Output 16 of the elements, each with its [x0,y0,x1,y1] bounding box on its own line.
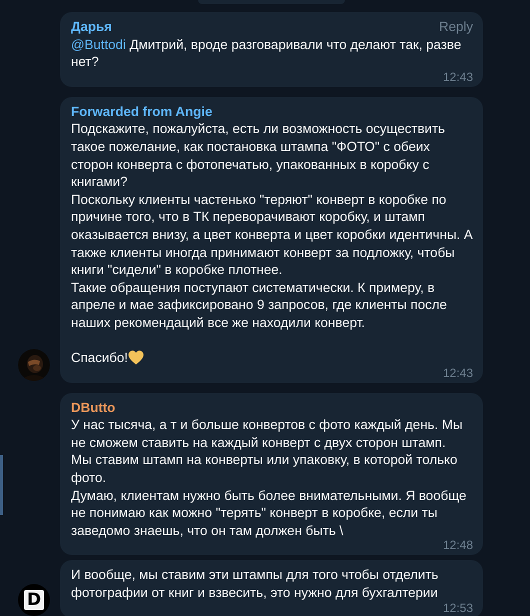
avatar-letter: D [24,590,44,610]
message-text: Подскажите, пожалуйста, есть ли возможность осуществить такое пожелание, как постановка штампа "ФОТО" с обеих сторон конверта с фотопечатью, упакованных в коробку с книгами? Поскольку клиенты частенько "теряют" конверт в коробке по причине того, что в ТК переворачивают коробку, и штамп оказывается внизу, а цвет конверта и цвет коробки идентичны. А также клиенты иногда принимают конверт за подложку, чтобы книги "сидели" в коробке плотнее. Такие обращения поступают систематически. К примеру, в апреле и мае зафиксировано 9 запросов, где клиенты после наших рекомендаций все же находили конверт. Спасибо! [71,121,474,366]
message-time: 12:48 [442,539,473,552]
mention-link[interactable]: @Buttodi [71,36,126,52]
user-avatar[interactable]: D [18,584,50,616]
sender-name[interactable]: DButto [71,398,116,416]
message-time: 12:53 [442,602,473,615]
reply-button[interactable]: Reply [439,18,473,36]
message-text: И вообще, мы ставим эти штампы для того чтобы отделить фотографии от книг и взвесить, это нужно для бухгалтерии [71,566,440,602]
sender-name[interactable]: Forwarded from Angie [71,102,212,120]
message-time: 12:43 [442,70,473,84]
message-time: 12:43 [442,366,473,380]
scroll-indicator [0,455,3,515]
message-text: У нас тысяча, а т и больше конвертов с фото каждый день. Мы не сможем ставить на каждый конверт с двух сторон штамп. Мы ставим штамп на конверты или упаковку, в которой только фото. Думаю, клиентам нужно быть более внимательными. Я вообще не понимаю как можно "терять" конверт в коробке, если ты заведомо знаешь, что он там должен быть \ [71,416,468,540]
sender-name[interactable]: Дарья [71,18,112,36]
message-text: @Buttodi Дмитрий, вроде разговаривали что делают так, разве нет? [71,36,462,71]
